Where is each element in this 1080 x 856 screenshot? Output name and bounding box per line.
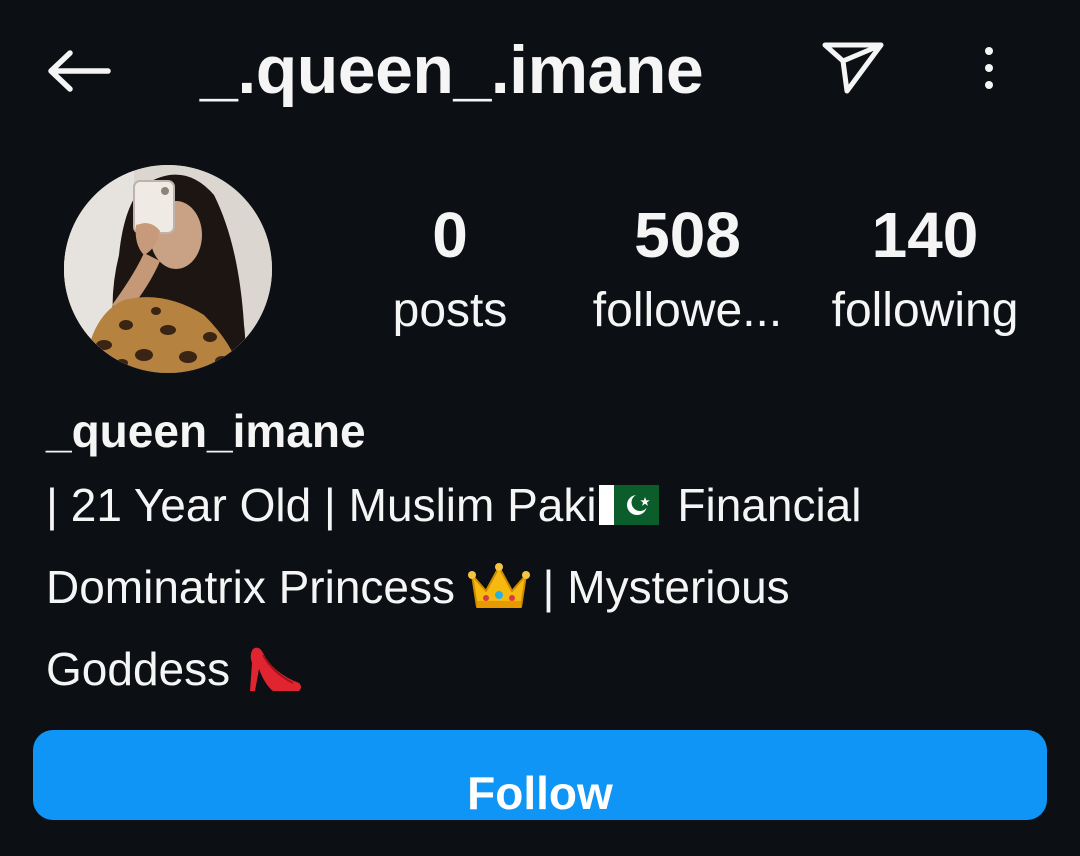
back-button[interactable] xyxy=(44,40,114,102)
following-label: following xyxy=(831,284,1019,337)
followers-stat[interactable]: 508 followe... xyxy=(575,195,800,347)
high-heel-icon xyxy=(249,647,301,691)
followers-count: 508 xyxy=(634,199,741,271)
crown-icon xyxy=(467,563,530,608)
posts-label: posts xyxy=(392,284,508,337)
profile-bio: _queen_imane | 21 Year Old | Muslim Paki… xyxy=(46,398,1036,710)
share-profile-button[interactable] xyxy=(816,34,890,100)
top-bar: _.queen_.imane xyxy=(0,0,1080,140)
posts-stat: 0 posts xyxy=(370,195,530,347)
profile-username-title: _.queen_.imane xyxy=(200,32,704,108)
more-vertical-icon xyxy=(985,47,993,55)
pakistan-flag-icon xyxy=(598,485,659,525)
paper-plane-icon xyxy=(822,42,884,94)
profile-stats: 0 posts 508 followe... 140 following xyxy=(0,195,1080,355)
bio-line-3-text: Goddess xyxy=(46,643,243,695)
bio-line-2-suffix: | Mysterious xyxy=(529,561,790,613)
following-count: 140 xyxy=(871,199,979,271)
arrow-left-icon xyxy=(48,50,111,92)
bio-line-1: | 21 Year Old | Muslim Paki Financial xyxy=(46,464,1036,546)
bio-line-1-suffix: Financial xyxy=(664,479,862,531)
bio-line-3: Goddess xyxy=(46,628,1036,710)
bio-line-2-prefix: Dominatrix Princess xyxy=(46,561,468,613)
bio-line-2: Dominatrix Princess | Mysterious xyxy=(46,546,1036,628)
followers-label: followe... xyxy=(592,284,783,337)
display-name: _queen_imane xyxy=(46,405,366,457)
following-stat[interactable]: 140 following xyxy=(810,195,1040,347)
posts-count: 0 xyxy=(432,199,468,271)
more-options-button[interactable] xyxy=(966,40,1012,96)
bio-line-1-prefix: | 21 Year Old | Muslim Paki xyxy=(46,479,597,531)
follow-button[interactable]: Follow xyxy=(33,730,1047,820)
